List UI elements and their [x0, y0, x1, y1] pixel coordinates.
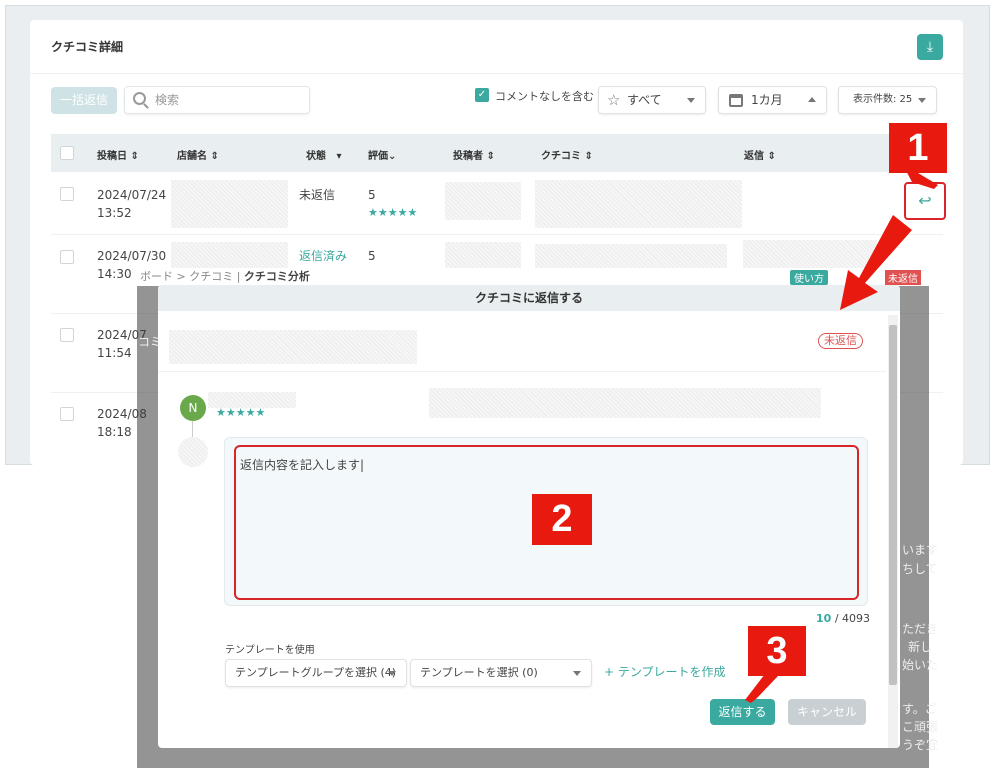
step-2-marker: 2 — [532, 494, 592, 545]
arrow-to-modal — [840, 215, 912, 310]
arrow-to-reply-button — [902, 163, 938, 189]
step-3-marker: 3 — [748, 626, 806, 676]
annotation-arrows — [745, 163, 938, 703]
